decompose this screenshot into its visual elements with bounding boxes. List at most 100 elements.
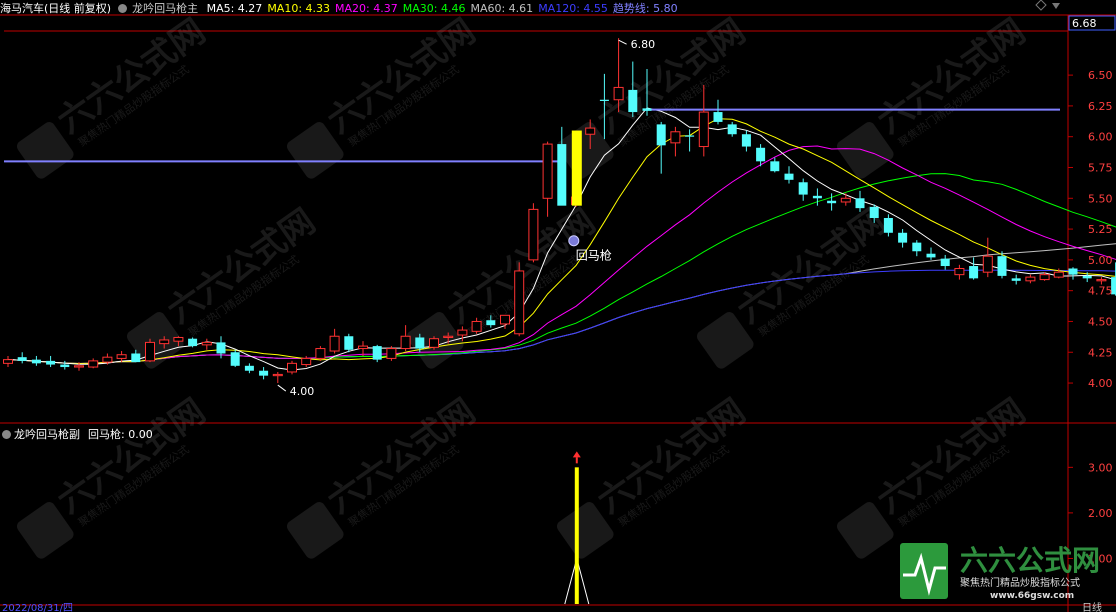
candle-body — [912, 242, 922, 252]
candle[interactable] — [272, 371, 283, 384]
price-tick-label: 5.00 — [1088, 254, 1113, 267]
watermark-layer: 六六公式网聚焦热门精品炒股指标公式 六六公式网聚焦热门精品炒股指标公式 六六公式网聚… — [16, 11, 1033, 559]
sub-header: 龙吟回马枪副 回马枪: 0.00 — [0, 426, 153, 441]
candle-body — [812, 195, 822, 199]
ma-legend-item: MA120: 4.55 — [538, 2, 608, 15]
candle-body — [259, 370, 269, 376]
diamond-icon[interactable] — [1035, 0, 1047, 11]
candle[interactable] — [840, 193, 851, 206]
ma-legend-item: 趋势线: 5.80 — [612, 2, 678, 15]
candle-body — [358, 345, 368, 350]
candle[interactable] — [898, 229, 908, 248]
candle-body — [613, 86, 624, 101]
candle-body — [116, 354, 127, 359]
candle[interactable] — [386, 346, 397, 361]
candle[interactable] — [1025, 274, 1036, 284]
sub-tick-label: 2.00 — [1088, 507, 1113, 520]
candle[interactable] — [954, 264, 965, 280]
candle[interactable] — [1096, 277, 1107, 285]
candle[interactable] — [741, 130, 751, 152]
candle[interactable] — [1068, 267, 1078, 280]
candle[interactable] — [244, 363, 254, 374]
candle[interactable] — [912, 240, 922, 257]
candle[interactable] — [372, 344, 382, 363]
candle[interactable] — [31, 355, 41, 366]
candle-body — [840, 197, 851, 203]
dropdown-circle-icon[interactable] — [118, 4, 128, 13]
candle[interactable] — [713, 99, 723, 125]
candle[interactable] — [528, 203, 539, 263]
candle[interactable] — [46, 355, 56, 368]
ma-legend-item: MA5: 4.27 — [206, 2, 263, 15]
candle[interactable] — [1011, 274, 1021, 285]
candle[interactable] — [344, 333, 354, 353]
candle[interactable] — [60, 360, 70, 370]
candle[interactable] — [429, 336, 439, 350]
candle[interactable] — [3, 355, 13, 368]
high-price-label: 6.80 — [631, 38, 656, 51]
candle[interactable] — [727, 121, 737, 137]
candle[interactable] — [188, 337, 198, 348]
price-tick-label: 4.50 — [1088, 315, 1113, 328]
candle[interactable] — [656, 121, 666, 174]
triangle-icon[interactable] — [1052, 3, 1060, 9]
candle-body — [471, 320, 482, 332]
candle[interactable] — [400, 325, 411, 352]
candle-body — [883, 217, 893, 233]
price-tick-label: 5.75 — [1088, 161, 1113, 174]
sub-tick-label: 3.00 — [1088, 461, 1113, 474]
signal-value-bar[interactable] — [574, 467, 579, 604]
price-tick-label: 4.75 — [1088, 285, 1113, 298]
candle[interactable] — [969, 257, 979, 280]
candle-body — [457, 329, 468, 336]
candle-body — [329, 335, 340, 352]
candle[interactable] — [315, 346, 326, 361]
sub-indicator-title[interactable]: 龙吟回马枪副 — [14, 428, 80, 441]
candle[interactable] — [997, 251, 1007, 279]
candle-body — [145, 341, 155, 362]
candle-body — [372, 346, 382, 360]
candle[interactable] — [784, 166, 794, 184]
candle[interactable] — [259, 367, 269, 380]
candle[interactable] — [670, 126, 681, 157]
low-marker-arrow — [277, 384, 287, 392]
kline-chart[interactable]: 六六公式网聚焦热门精品炒股指标公式 六六公式网聚焦热门精品炒股指标公式 六六公式网聚… — [0, 0, 1116, 612]
candle[interactable] — [514, 262, 525, 337]
candle[interactable] — [685, 129, 695, 152]
candle[interactable] — [145, 338, 155, 363]
candle-body — [926, 253, 936, 258]
candle[interactable] — [17, 352, 27, 364]
candle-body — [898, 232, 908, 243]
candle-body — [60, 364, 70, 368]
candle[interactable] — [201, 338, 212, 350]
signal-bar[interactable] — [571, 130, 582, 206]
candle[interactable] — [88, 358, 99, 369]
candle[interactable] — [940, 254, 950, 270]
indicator-title[interactable]: 龙吟回马枪主 — [132, 2, 198, 15]
candle[interactable] — [982, 237, 993, 278]
signal-shield-icon[interactable] — [568, 235, 580, 247]
candle[interactable] — [329, 328, 340, 354]
watermark: 六六公式网聚焦热门精品炒股指标公式 — [16, 391, 213, 559]
candle[interactable] — [358, 341, 368, 356]
candle-body — [642, 108, 652, 111]
ma-legend-item: MA20: 4.37 — [335, 2, 398, 15]
candle[interactable] — [926, 247, 936, 260]
candle[interactable] — [287, 360, 297, 375]
candle-body — [443, 335, 454, 338]
candle-body — [940, 258, 950, 267]
price-tick-label: 4.00 — [1088, 377, 1113, 390]
candle[interactable] — [698, 84, 709, 157]
candle[interactable] — [542, 141, 553, 217]
candle[interactable] — [798, 178, 808, 201]
stock-title[interactable]: 海马汽车(日线 前复权) — [0, 2, 111, 15]
candle[interactable] — [770, 157, 780, 173]
price-tick-label: 5.50 — [1088, 192, 1113, 205]
candle[interactable] — [301, 355, 312, 368]
period-label[interactable]: 日线 — [1082, 601, 1102, 612]
candle[interactable] — [230, 349, 240, 368]
dropdown-circle-icon[interactable] — [2, 430, 11, 439]
sub-indicator-value: 回马枪: 0.00 — [88, 428, 153, 441]
watermark-text: 六六公式网 — [50, 391, 212, 521]
watermark: 六六公式网聚焦热门精品炒股指标公式 — [556, 391, 753, 559]
